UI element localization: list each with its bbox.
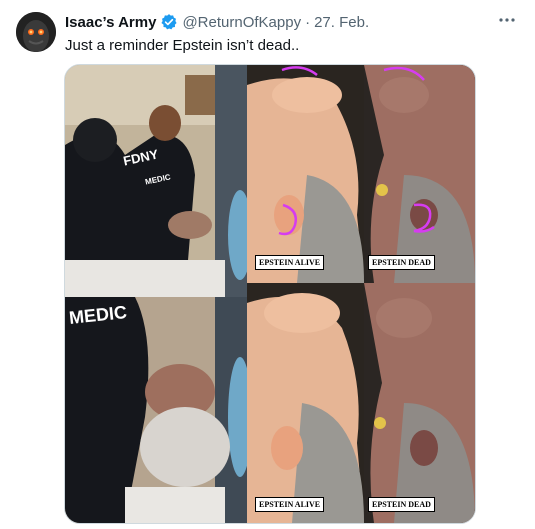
verified-badge-icon [160, 13, 178, 31]
avatar[interactable] [16, 12, 56, 52]
photo-alive-bottom: EPSTEIN ALIVE [247, 283, 364, 523]
photo-dead-top: EPSTEIN DEAD [364, 65, 475, 283]
caption-epstein-dead-bottom: EPSTEIN DEAD [368, 497, 435, 512]
author-name[interactable]: Isaac’s Army [65, 14, 156, 31]
tweet: Isaac’s Army @ReturnOfKappy · 27. Feb. J… [0, 0, 535, 529]
separator-dot: · [305, 13, 311, 31]
author-handle[interactable]: @ReturnOfKappy [182, 14, 301, 31]
tweet-text: Just a reminder Epstein isn’t dead.. [65, 37, 300, 54]
caption-epstein-dead-top: EPSTEIN DEAD [368, 255, 435, 270]
photo-medics-bottom: MEDIC [65, 297, 247, 523]
caption-epstein-alive-bottom: EPSTEIN ALIVE [255, 497, 325, 512]
tweet-header: Isaac’s Army @ReturnOfKappy · 27. Feb. [65, 12, 369, 32]
photo-alive-top: EPSTEIN ALIVE [247, 65, 364, 283]
photo-medics-top: FDNY MEDIC [65, 65, 247, 297]
more-horizontal-icon[interactable] [495, 10, 519, 30]
photo-dead-bottom: EPSTEIN DEAD [364, 283, 475, 523]
tweet-media[interactable]: FDNY MEDIC MEDIC EPSTEIN ALIVE EPSTEIN D… [64, 64, 476, 524]
caption-epstein-alive-top: EPSTEIN ALIVE [255, 255, 325, 270]
tweet-date[interactable]: 27. Feb. [314, 14, 369, 31]
